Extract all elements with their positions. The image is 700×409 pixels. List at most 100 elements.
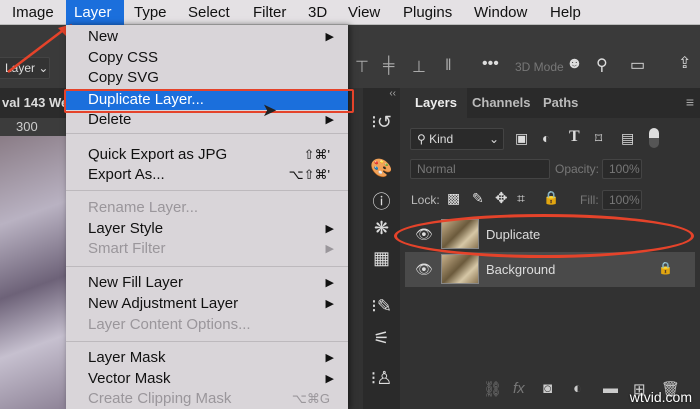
submenu-arrow-icon: ▶ [325, 31, 334, 43]
link-layers-icon[interactable]: ⛓ [483, 380, 502, 398]
menu-window[interactable]: Window [466, 0, 535, 25]
collapse-icon[interactable]: ‹‹ [363, 88, 400, 99]
more-icon[interactable]: ••• [482, 55, 499, 73]
filter-smart-object-icon[interactable]: ▤ [621, 130, 634, 147]
filter-kind-dropdown[interactable]: ⚲ Kind ⌄ [410, 128, 504, 150]
menu-select[interactable]: Select [180, 0, 238, 25]
lock-artboard-icon[interactable]: ⌗ [517, 190, 525, 207]
shortcut: ⌥⇧⌘' [288, 167, 330, 182]
color-palette-icon[interactable]: 🎨 [363, 158, 400, 179]
separator [66, 341, 348, 342]
document-tab[interactable]: val 143 We [0, 88, 66, 118]
lock-all-icon[interactable]: 🔒 [543, 190, 559, 206]
separator [66, 190, 348, 191]
fx-icon[interactable]: fx [513, 380, 525, 397]
blend-mode-dropdown[interactable]: Normal [410, 159, 550, 179]
menu-item-copy-css[interactable]: Copy CSS [66, 48, 348, 68]
layer-thumbnail [441, 254, 479, 284]
menu-item-vector-mask[interactable]: Vector Mask ▶ [66, 369, 348, 389]
layer-menu: New ▶ Copy CSS Copy SVG Duplicate Layer..… [66, 25, 348, 409]
align-top-icon[interactable]: ⊤ [355, 57, 369, 77]
label: Smart Filter [88, 240, 166, 257]
info-icon[interactable]: ⓘ [363, 188, 400, 214]
label: Vector Mask [88, 370, 171, 387]
filter-type-icon[interactable]: T [569, 128, 580, 146]
tab-channels[interactable]: Channels [462, 88, 541, 118]
lock-position-icon[interactable]: ✥ [495, 189, 508, 207]
menu-filter[interactable]: Filter [245, 0, 294, 25]
filter-value: Kind [429, 132, 454, 146]
submenu-arrow-icon: ▶ [325, 298, 334, 310]
annotation-highlight-box [64, 89, 354, 113]
fill-field[interactable]: 100% [602, 190, 642, 210]
add-mask-icon[interactable]: ◙ [543, 380, 552, 397]
panel-menu-icon[interactable]: ≡ [686, 94, 694, 110]
menu-item-new-fill-layer[interactable]: New Fill Layer ▶ [66, 273, 348, 293]
adjustment-layer-icon[interactable]: ◐ [573, 380, 582, 397]
submenu-arrow-icon: ▶ [325, 243, 334, 255]
visibility-eye-icon[interactable]: 👁 [415, 261, 433, 278]
shortcut: ⇧⌘' [303, 147, 330, 162]
lock-pixels-icon[interactable]: ✎ [472, 190, 484, 207]
menu-3d[interactable]: 3D [300, 0, 335, 25]
menu-type[interactable]: Type [126, 0, 175, 25]
brush-settings-icon[interactable]: ⚟ [363, 328, 400, 349]
submenu-arrow-icon: ▶ [325, 277, 334, 289]
label: New Fill Layer [88, 274, 184, 291]
menu-plugins[interactable]: Plugins [395, 0, 460, 25]
submenu-arrow-icon: ▶ [325, 114, 334, 126]
filter-adjustment-icon[interactable]: ◐ [542, 130, 550, 146]
lock-transparent-icon[interactable]: ▩ [447, 190, 460, 207]
blend-mode-value: Normal [417, 162, 456, 176]
search-icon[interactable]: ⚲ [596, 55, 608, 75]
label: New Adjustment Layer [88, 295, 239, 312]
watermark: wtvid.com [629, 389, 692, 405]
menu-item-delete[interactable]: Delete ▶ [66, 110, 348, 130]
mouse-cursor-icon: ➤ [262, 100, 278, 120]
menu-item-layer-style[interactable]: Layer Style ▶ [66, 219, 348, 239]
menu-item-export-as[interactable]: Export As... ⌥⇧⌘' [66, 165, 348, 185]
separator [66, 133, 348, 134]
label: Export As... [88, 166, 165, 183]
brush-presets-icon[interactable]: ⁝✎ [363, 296, 400, 317]
menu-item-copy-svg[interactable]: Copy SVG [66, 68, 348, 88]
distribute-icon[interactable]: ‖ [445, 57, 452, 75]
grid-icon[interactable]: ▦ [363, 248, 400, 269]
lock-icon: 🔒 [658, 261, 673, 275]
canvas-image[interactable] [0, 136, 66, 409]
menu-item-smart-filter: Smart Filter ▶ [66, 239, 348, 259]
menu-item-layer-mask[interactable]: Layer Mask ▶ [66, 348, 348, 368]
filter-shape-icon[interactable]: ⌑ [595, 130, 602, 147]
menu-item-new[interactable]: New ▶ [66, 27, 348, 47]
filter-pixel-icon[interactable]: ▣ [515, 130, 528, 147]
label: Create Clipping Mask [88, 390, 232, 407]
tab-paths[interactable]: Paths [533, 88, 588, 118]
fill-label: Fill: [580, 193, 599, 207]
opacity-label: Opacity: [555, 162, 600, 176]
menu-help[interactable]: Help [542, 0, 589, 25]
3d-mode-label: 3D Mode [515, 60, 564, 74]
menu-item-create-clipping-mask: Create Clipping Mask ⌥⌘G [66, 389, 348, 409]
filter-toggle[interactable] [649, 128, 659, 148]
clone-source-icon[interactable]: ⁝♙ [363, 368, 400, 389]
panel-icon-column: ‹‹ ⁝↺ 🎨 ⓘ ❋ ▦ ⁝✎ ⚟ ⁝♙ [363, 88, 400, 409]
menu-view[interactable]: View [340, 0, 388, 25]
ruler: 300 [0, 118, 66, 136]
share-icon[interactable]: ⇪ [678, 53, 691, 73]
workspace-icon[interactable]: ▭ [630, 55, 645, 75]
menu-item-new-adjustment-layer[interactable]: New Adjustment Layer ▶ [66, 294, 348, 314]
submenu-arrow-icon: ▶ [325, 223, 334, 235]
opacity-field[interactable]: 100% [602, 159, 642, 179]
label: Quick Export as JPG [88, 146, 228, 163]
group-folder-icon[interactable]: ▬ [603, 380, 618, 397]
menu-item-quick-export[interactable]: Quick Export as JPG ⇧⌘' [66, 145, 348, 165]
shortcut: ⌥⌘G [291, 391, 330, 406]
user-add-icon[interactable]: ☻ [566, 55, 583, 73]
label: Layer Style [88, 220, 164, 237]
align-bottom-icon[interactable]: ⊥ [412, 57, 426, 77]
submenu-arrow-icon: ▶ [325, 373, 334, 385]
align-vcenter-icon[interactable]: ╪ [383, 57, 394, 75]
tab-layers[interactable]: Layers [405, 88, 467, 118]
history-icon[interactable]: ⁝↺ [363, 112, 400, 133]
submenu-arrow-icon: ▶ [325, 352, 334, 364]
